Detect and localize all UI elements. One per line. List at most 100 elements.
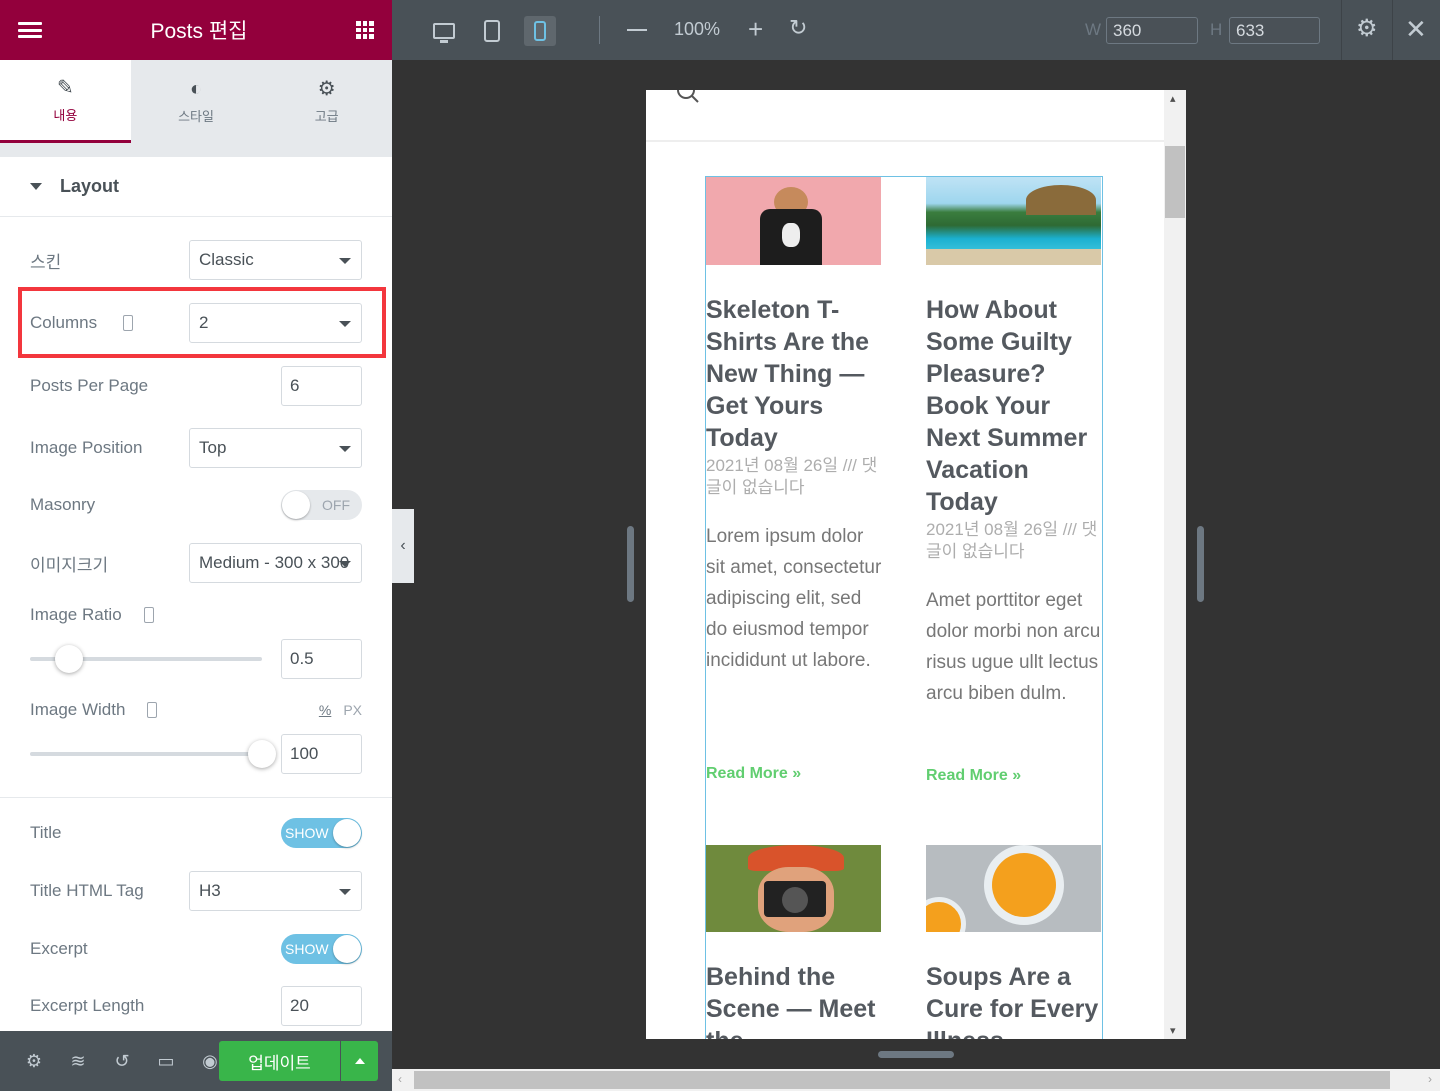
canvas-scrollbar[interactable]: ▴ ▾ <box>1164 90 1186 1039</box>
image-width-label: Image Width <box>30 700 126 719</box>
search-icon[interactable] <box>676 90 702 106</box>
menu-icon[interactable] <box>18 22 42 38</box>
panel-title: Posts 편집 <box>150 20 248 43</box>
post-excerpt: Amet porttitor eget dolor morbi non arcu… <box>926 590 1101 704</box>
tablet-mode-button[interactable] <box>476 16 508 46</box>
update-button[interactable]: 업데이트 <box>219 1041 340 1081</box>
image-ratio-label: Image Ratio <box>30 605 122 624</box>
skin-value: Classic <box>199 250 254 269</box>
post-title[interactable]: Soups Are a Cure for Every Illness <box>926 961 1104 1039</box>
image-position-select[interactable]: Top <box>189 428 362 468</box>
update-options-button[interactable] <box>341 1041 378 1081</box>
control-title: Title SHOW <box>30 818 362 848</box>
read-more-link[interactable]: Read More » <box>926 767 1021 785</box>
image-size-select[interactable]: Medium - 300 x 300 <box>189 543 362 583</box>
zoom-out-icon[interactable] <box>627 29 647 31</box>
skin-select[interactable]: Classic <box>189 240 362 280</box>
responsive-icon[interactable]: ▭ <box>144 1051 188 1072</box>
width-input[interactable]: 360 <box>1106 17 1198 44</box>
control-skin: 스킨 Classic <box>30 240 362 280</box>
toggle-state: OFF <box>322 497 350 513</box>
image-width-input[interactable]: 100 <box>281 734 362 774</box>
control-masonry: Masonry OFF <box>30 490 362 520</box>
pencil-icon: ✎ <box>56 76 74 99</box>
dropdown-arrow-icon <box>339 889 351 895</box>
control-excerpt: Excerpt SHOW <box>30 934 362 964</box>
unit-px[interactable]: PX <box>343 702 362 718</box>
mobile-icon <box>534 21 546 41</box>
scroll-right-icon[interactable]: › <box>1428 1072 1432 1086</box>
close-icon[interactable]: ✕ <box>1405 14 1427 45</box>
panel-footer: ⚙ ≋ ↺ ▭ ◉ 업데이트 <box>0 1031 392 1091</box>
widgets-grid-icon[interactable] <box>356 21 374 39</box>
mobile-device-icon[interactable] <box>147 702 158 718</box>
image-ratio-slider-row: 0.5 <box>30 639 362 679</box>
scroll-up-icon[interactable]: ▴ <box>1170 92 1176 105</box>
image-ratio-slider[interactable] <box>30 645 262 673</box>
post-title[interactable]: Behind the Scene — Meet the <box>706 961 884 1039</box>
image-ratio-input[interactable]: 0.5 <box>281 639 362 679</box>
panel-tabs: ✎ 내용 ◐ 스타일 ⚙ 고급 <box>0 60 392 143</box>
resize-handle-right[interactable] <box>1197 526 1204 602</box>
slider-handle[interactable] <box>55 645 84 673</box>
header-divider <box>646 140 1164 142</box>
post-thumbnail[interactable] <box>926 845 1101 932</box>
mobile-device-icon[interactable] <box>143 607 154 623</box>
image-width-slider[interactable] <box>30 740 276 768</box>
section-header-layout[interactable]: Layout <box>0 157 392 217</box>
tab-style[interactable]: ◐ 스타일 <box>131 60 262 143</box>
control-image-position: Image Position Top <box>30 428 362 468</box>
dropdown-arrow-icon <box>339 561 351 567</box>
scroll-left-icon[interactable]: ‹ <box>398 1072 402 1086</box>
scroll-thumb[interactable] <box>414 1071 1390 1089</box>
responsive-topbar: 100% + ↻ W 360 H 633 ⚙ ✕ <box>392 0 1440 60</box>
title-tag-value: H3 <box>199 881 221 900</box>
resize-handle-bottom[interactable] <box>878 1051 954 1058</box>
toggle-state: SHOW <box>285 825 329 841</box>
desktop-mode-button[interactable] <box>428 16 460 46</box>
excerpt-toggle[interactable]: SHOW <box>281 934 362 964</box>
settings-gear-icon[interactable]: ⚙ <box>1356 14 1378 43</box>
tab-advanced[interactable]: ⚙ 고급 <box>261 60 392 143</box>
tab-content[interactable]: ✎ 내용 <box>0 60 131 143</box>
horizontal-scrollbar[interactable]: ‹ › <box>392 1069 1440 1091</box>
read-more-link[interactable]: Read More » <box>706 765 801 783</box>
history-icon[interactable]: ↺ <box>100 1051 144 1072</box>
image-size-value: Medium - 300 x 300 <box>199 553 350 572</box>
collapse-panel-handle[interactable]: ‹ <box>392 509 414 583</box>
layers-icon[interactable]: ≋ <box>56 1051 100 1072</box>
post-excerpt: Lorem ipsum dolor sit amet, consectetur … <box>706 526 882 671</box>
height-label: H <box>1210 20 1223 39</box>
scroll-down-icon[interactable]: ▾ <box>1170 1024 1176 1037</box>
post-thumbnail[interactable] <box>706 845 881 932</box>
reset-zoom-icon[interactable]: ↻ <box>789 15 807 41</box>
mobile-mode-button[interactable] <box>524 16 556 46</box>
post-thumbnail[interactable] <box>926 177 1101 265</box>
slider-handle[interactable] <box>248 740 276 768</box>
post-title[interactable]: Skeleton T-Shirts Are the New Thing — Ge… <box>706 294 881 454</box>
settings-icon[interactable]: ⚙ <box>12 1051 56 1072</box>
scroll-thumb[interactable] <box>1165 146 1185 218</box>
post-meta: 2021년 08월 26일 /// 댓글이 없습니다 <box>706 456 878 497</box>
unit-percent[interactable]: % <box>319 702 331 718</box>
control-posts-per-page: Posts Per Page 6 <box>30 366 362 406</box>
control-image-size: 이미지크기 Medium - 300 x 300 <box>30 543 362 583</box>
title-toggle[interactable]: SHOW <box>281 818 362 848</box>
post-thumbnail[interactable] <box>706 177 881 265</box>
excerpt-length-input[interactable]: 20 <box>281 986 362 1026</box>
control-image-width: Image Width % PX <box>30 699 362 721</box>
post-meta: 2021년 08월 26일 /// 댓글이 없습니다 <box>926 520 1098 561</box>
height-input[interactable]: 633 <box>1229 17 1320 44</box>
posts-per-page-input[interactable]: 6 <box>281 366 362 406</box>
contrast-icon: ◐ <box>189 78 203 100</box>
zoom-in-icon[interactable]: + <box>748 14 763 44</box>
chevron-left-icon: ‹ <box>400 537 406 554</box>
title-tag-select[interactable]: H3 <box>189 871 362 911</box>
masonry-toggle[interactable]: OFF <box>281 490 362 520</box>
highlight-box <box>18 287 386 358</box>
dropdown-arrow-icon <box>339 446 351 452</box>
post-title[interactable]: How About Some Guilty Pleasure? Book You… <box>926 294 1104 518</box>
resize-handle-left[interactable] <box>627 526 634 602</box>
tab-label: 내용 <box>53 107 78 123</box>
divider <box>1341 0 1342 60</box>
